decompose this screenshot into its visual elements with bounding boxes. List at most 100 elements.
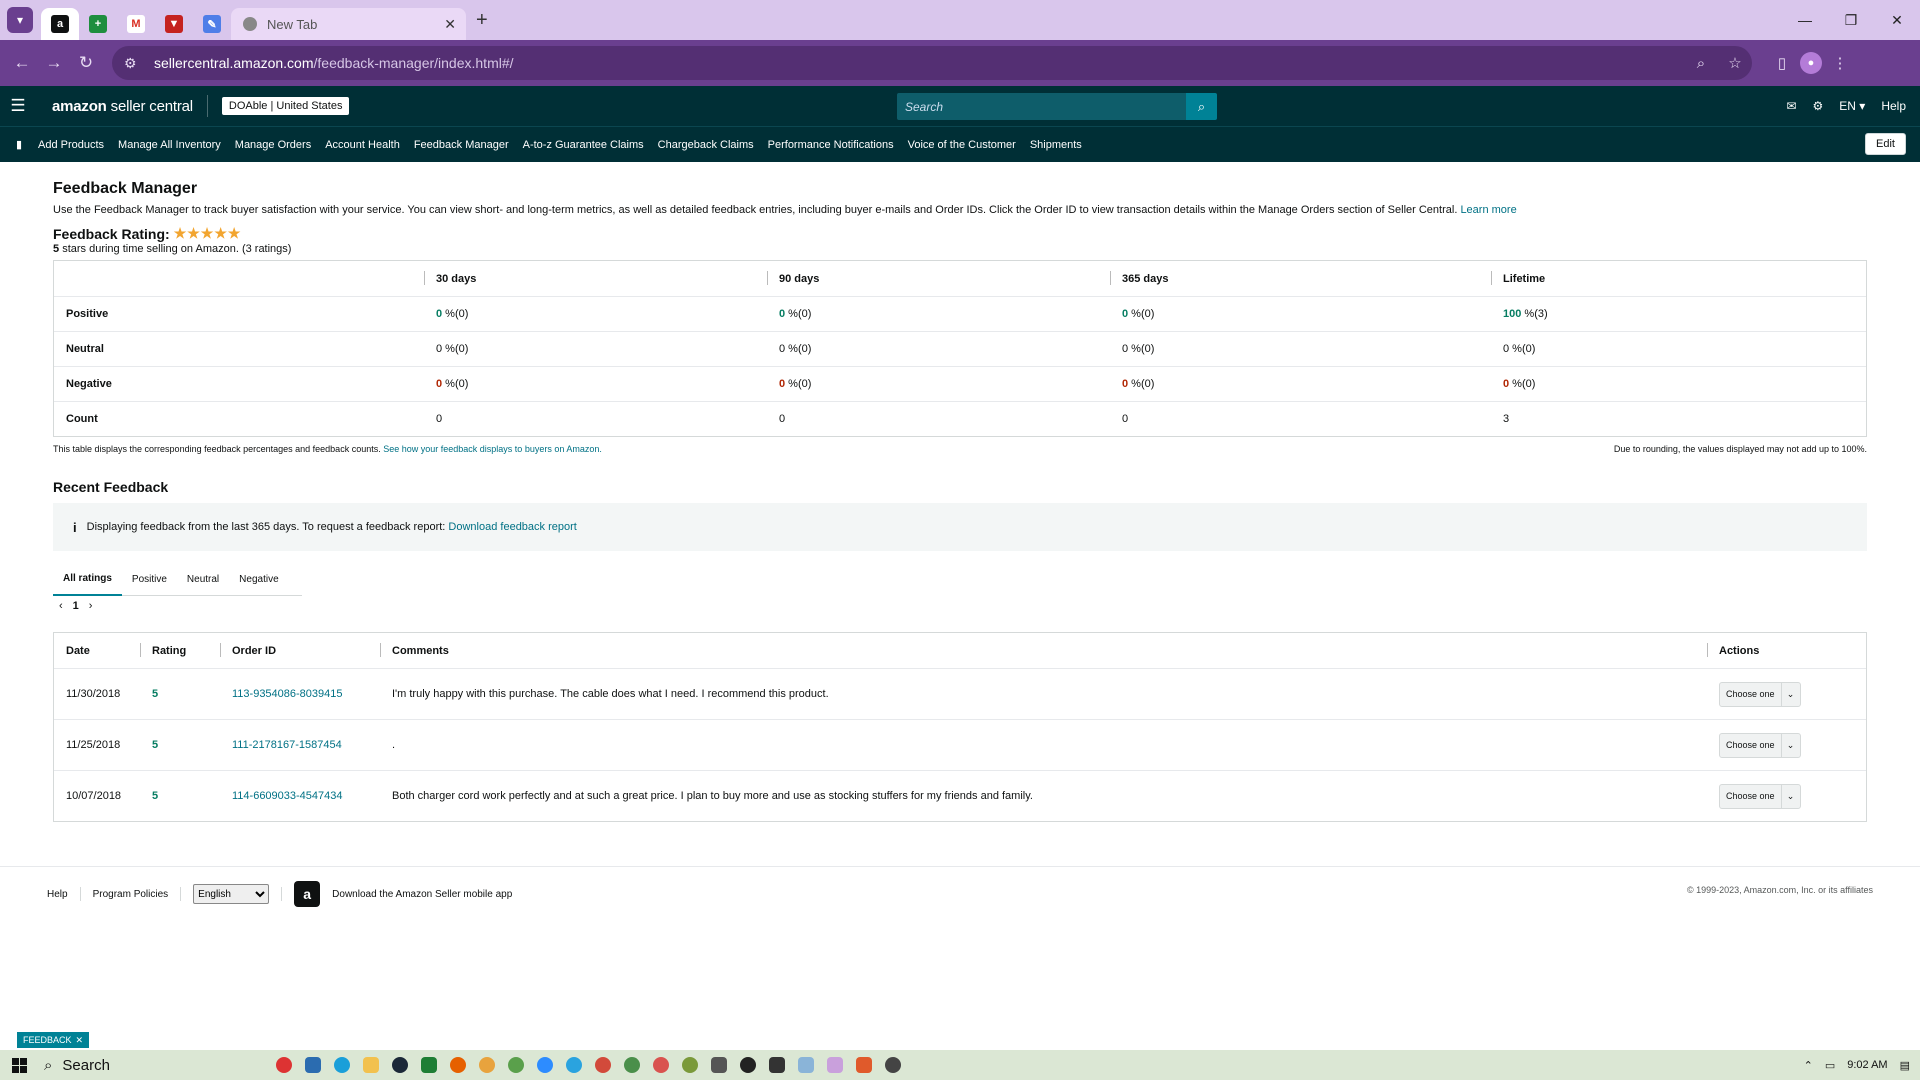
app-icon[interactable] [740,1057,756,1073]
tab-sheets[interactable]: + [79,8,117,40]
tab-positive[interactable]: Positive [122,563,177,596]
chrome-icon[interactable] [595,1057,611,1073]
tab-pencil[interactable]: ✎ [193,8,231,40]
nav-a-to-z-claims[interactable]: A-to-z Guarantee Claims [523,139,644,151]
hamburger-menu-icon[interactable]: ☰ [0,96,36,116]
row-order-id-link[interactable]: 113-9354086-8039415 [220,688,380,700]
chrome-icon[interactable] [624,1057,640,1073]
tab-negative[interactable]: Negative [229,563,288,596]
windows-start-icon[interactable] [0,1057,38,1073]
folder-icon[interactable] [363,1057,379,1073]
chrome-icon[interactable] [508,1057,524,1073]
telegram-icon[interactable] [566,1057,582,1073]
battery-icon[interactable]: ▭ [1825,1059,1835,1072]
display-feedback-link[interactable]: See how your feedback displays to buyers… [383,444,602,454]
notepad-icon[interactable] [798,1057,814,1073]
feedback-tab-button[interactable]: FEEDBACK ✕ [17,1032,90,1048]
edge-icon[interactable] [334,1057,350,1073]
next-page-icon[interactable]: › [89,600,93,612]
download-report-link[interactable]: Download feedback report [448,521,576,533]
footer-policies-link[interactable]: Program Policies [93,889,169,900]
col-rating[interactable]: Rating [140,642,220,657]
app-icon[interactable] [305,1057,321,1073]
footer-help-link[interactable]: Help [47,889,68,900]
language-selector[interactable]: EN ▾ [1839,99,1865,113]
browser-menu-icon[interactable]: ⋮ [1822,54,1858,72]
close-tab-icon[interactable]: ✕ [444,16,456,33]
nav-account-health[interactable]: Account Health [325,139,400,151]
reload-icon[interactable]: ↻ [70,47,102,79]
tab-shield[interactable]: ▼ [155,8,193,40]
calculator-icon[interactable] [711,1057,727,1073]
nav-manage-all-inventory[interactable]: Manage All Inventory [118,139,221,151]
side-panel-icon[interactable]: ▯ [1764,54,1800,72]
help-link[interactable]: Help [1881,99,1906,113]
clock[interactable]: 9:02 AM [1847,1059,1887,1071]
bookmark-icon[interactable]: ▮ [0,138,38,151]
edit-nav-button[interactable]: Edit [1865,133,1906,155]
nav-voice-of-customer[interactable]: Voice of the Customer [908,139,1016,151]
tab-neutral[interactable]: Neutral [177,563,229,596]
footer-language-select[interactable]: English [193,884,270,904]
choose-action-dropdown[interactable]: Choose one ⌄ [1719,681,1801,707]
choose-action-dropdown[interactable]: Choose one ⌄ [1719,783,1801,809]
excel-icon[interactable] [421,1057,437,1073]
settings-icon[interactable] [885,1057,901,1073]
row-order-id-link[interactable]: 114-6609033-4547434 [220,790,380,802]
back-arrow-icon[interactable]: ← [6,47,38,79]
search-icon[interactable]: ⌕ [1186,93,1217,120]
chrome-icon[interactable] [682,1057,698,1073]
taskbar-search[interactable]: ⌕ Search [38,1050,228,1080]
tab-gmail[interactable]: M [117,8,155,40]
zoom-icon[interactable] [537,1057,553,1073]
nav-feedback-manager[interactable]: Feedback Manager [414,139,509,151]
row-order-id-link[interactable]: 111-2178167-1587454 [220,739,380,751]
profile-avatar-icon[interactable]: ● [1800,52,1822,74]
col-order-id[interactable]: Order ID [220,642,380,657]
tab-amazon[interactable]: a [41,8,79,40]
forward-arrow-icon[interactable]: → [38,47,70,79]
nav-chargeback-claims[interactable]: Chargeback Claims [658,139,754,151]
zoom-icon[interactable]: ⌕ [1684,55,1718,72]
seller-central-logo[interactable]: amazon seller central [36,95,208,117]
bookmark-star-icon[interactable]: ☆ [1718,54,1752,72]
chevron-up-icon[interactable]: ⌃ [1804,1059,1813,1072]
footer-app-link[interactable]: Download the Amazon Seller mobile app [332,889,512,900]
new-tab-plus-icon[interactable]: + [476,9,488,32]
tab-new-tab[interactable]: New Tab ✕ [231,8,466,40]
mail-icon[interactable]: ✉ [1786,99,1796,113]
gear-icon[interactable]: ⚙ [1813,99,1824,113]
nav-manage-orders[interactable]: Manage Orders [235,139,311,151]
store-selector[interactable]: DOAble | United States [221,97,350,115]
app-icon[interactable] [856,1057,872,1073]
nav-performance-notifications[interactable]: Performance Notifications [768,139,894,151]
prev-page-icon[interactable]: ‹ [59,600,63,612]
close-window-icon[interactable]: ✕ [1874,0,1920,40]
logo-sub: seller central [110,97,193,115]
col-date[interactable]: Date [54,645,140,657]
tab-search-icon[interactable]: ▾ [7,7,33,33]
chrome-icon[interactable] [479,1057,495,1073]
steam-icon[interactable] [392,1057,408,1073]
nav-shipments[interactable]: Shipments [1030,139,1082,151]
minimize-icon[interactable]: — [1782,0,1828,40]
site-info-icon[interactable]: ⚙ [124,55,154,72]
app-icon[interactable] [276,1057,292,1073]
chrome-icon[interactable] [653,1057,669,1073]
current-page[interactable]: 1 [73,600,79,612]
learn-more-link[interactable]: Learn more [1460,204,1516,216]
url-omnibox[interactable]: ⚙ sellercentral.amazon.com/feedback-mana… [112,46,1752,80]
nav-add-products[interactable]: Add Products [38,139,104,151]
paint-icon[interactable] [827,1057,843,1073]
amazon-app-icon[interactable]: a [294,881,321,907]
restore-icon[interactable]: ❐ [1828,0,1874,40]
row-comment: Both charger cord work perfectly and at … [392,790,1033,802]
page-title: Feedback Manager [53,180,198,197]
firefox-icon[interactable] [450,1057,466,1073]
app-icon[interactable] [769,1057,785,1073]
tab-all-ratings[interactable]: All ratings [53,563,122,596]
close-icon[interactable]: ✕ [76,1035,84,1046]
choose-action-dropdown[interactable]: Choose one ⌄ [1719,732,1801,758]
search-input[interactable]: Search [897,93,1186,120]
notification-icon[interactable]: ▤ [1900,1059,1910,1072]
